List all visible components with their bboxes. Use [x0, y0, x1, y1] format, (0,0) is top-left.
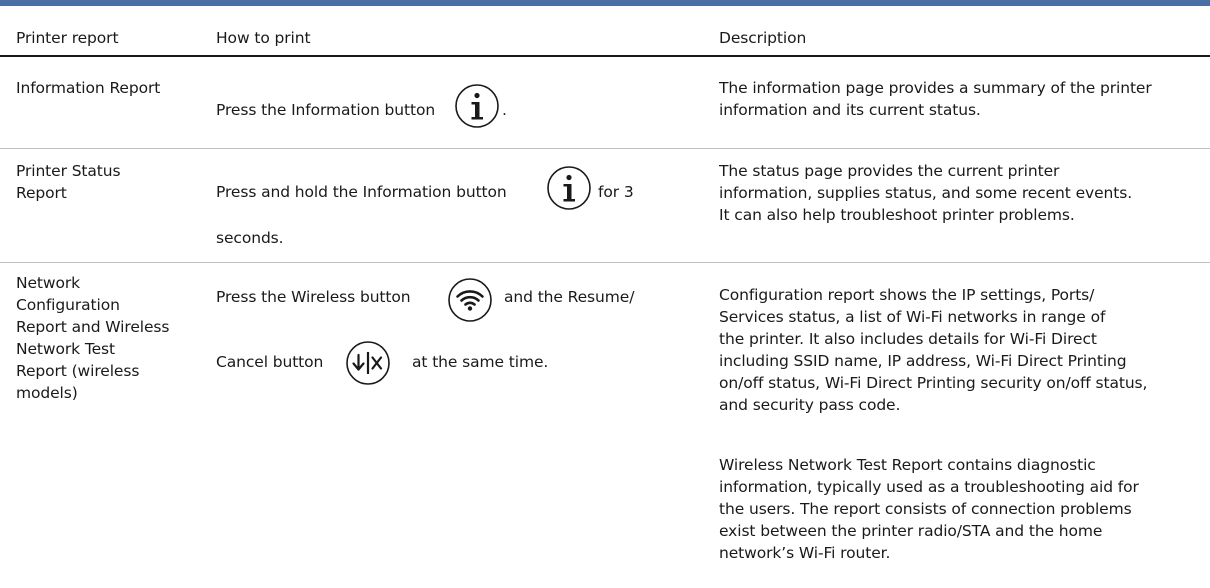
description-line: including SSID name, IP address, Wi-Fi D… [719, 352, 1127, 370]
description-information: The information page provides a summary … [719, 77, 1204, 121]
report-name-printer-status: Printer Status Report [16, 160, 196, 204]
how-to-print-network-line1: Press the Wireless button [216, 288, 411, 306]
description-line: It can also help troubleshoot printer pr… [719, 206, 1075, 224]
report-name-line: models) [16, 384, 78, 402]
description-printer-status: The status page provides the current pri… [719, 160, 1204, 226]
description-line: information, typically used as a trouble… [719, 478, 1139, 496]
row-divider [0, 262, 1210, 263]
report-name-line: Report and Wireless [16, 318, 170, 336]
report-name-line: Report [16, 184, 67, 202]
information-icon [547, 166, 591, 210]
report-name-information: Information Report [16, 79, 161, 97]
how-to-print-status-line2: seconds. [216, 229, 284, 247]
how-to-print-information-line1: Press the Information button [216, 99, 435, 121]
description-line: network’s Wi-Fi router. [719, 544, 891, 562]
description-line: The information page provides a summary … [719, 79, 1152, 97]
description-line: Configuration report shows the IP settin… [719, 286, 1095, 304]
description-line: information and its current status. [719, 101, 981, 119]
how-text: Press the Information button [216, 101, 436, 119]
how-to-print-status-line1: Press and hold the Information button [216, 183, 507, 201]
row-divider [0, 148, 1210, 149]
how-to-print-network-line2-after: at the same time. [412, 353, 549, 371]
description-network-configuration: Configuration report shows the IP settin… [719, 284, 1204, 416]
report-name-line: Network [16, 274, 81, 292]
how-to-print-network-line1-after: and the Resume/ [504, 288, 635, 306]
top-accent-rule [0, 0, 1210, 6]
description-line: information, supplies status, and some r… [719, 184, 1133, 202]
description-line: the users. The report consists of connec… [719, 500, 1132, 518]
description-line: on/off status, Wi-Fi Direct Printing sec… [719, 374, 1148, 392]
report-name-line: Network Test [16, 340, 115, 358]
information-icon [455, 84, 499, 128]
how-to-print-status-after: for 3 [598, 183, 634, 201]
description-line: The status page provides the current pri… [719, 162, 1060, 180]
header-printer-report: Printer report [16, 29, 119, 47]
description-line: and security pass code. [719, 396, 901, 414]
report-name-network-configuration: Network Configuration Report and Wireles… [16, 272, 196, 404]
description-line: Services status, a list of Wi-Fi network… [719, 308, 1106, 326]
header-divider [0, 55, 1210, 57]
how-to-print-network-line2: Cancel button [216, 353, 324, 371]
description-wireless-network-test: Wireless Network Test Report contains di… [719, 454, 1204, 564]
header-how-to-print: How to print [216, 29, 311, 47]
resume-cancel-icon [346, 341, 390, 385]
how-to-print-information-period: . [502, 101, 507, 119]
description-line: exist between the printer radio/STA and … [719, 522, 1103, 540]
report-name-line: Configuration [16, 296, 120, 314]
header-description: Description [719, 29, 807, 47]
description-line: the printer. It also includes details fo… [719, 330, 1097, 348]
description-line: Wireless Network Test Report contains di… [719, 456, 1096, 474]
report-name-line: Printer Status [16, 162, 121, 180]
wireless-icon [448, 278, 492, 322]
report-name-line: Report (wireless [16, 362, 140, 380]
